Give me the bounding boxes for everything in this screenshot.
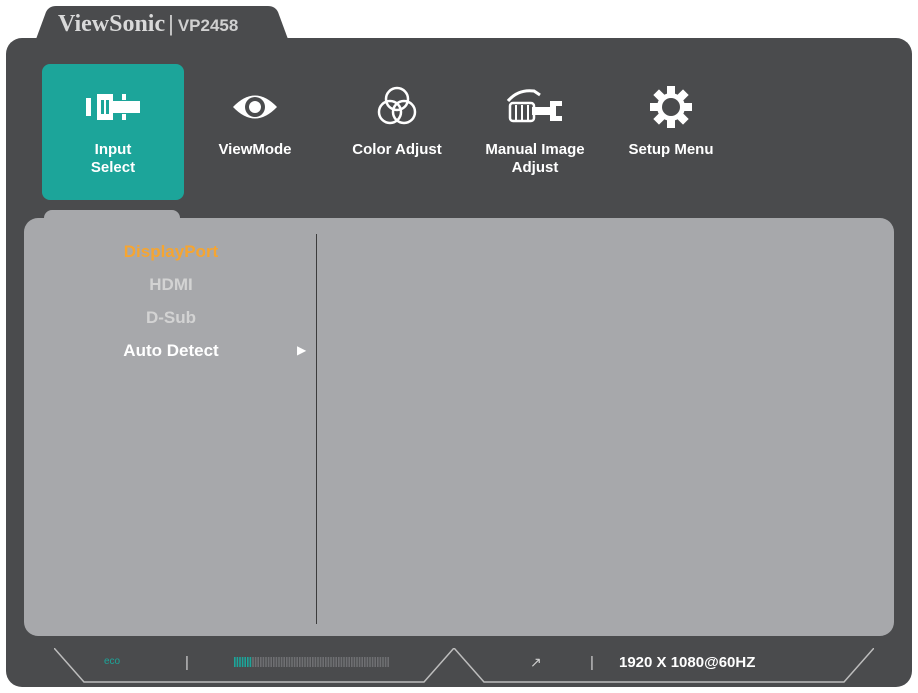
- status-separator-2: |: [590, 654, 594, 671]
- level-meter-segment: [364, 657, 366, 667]
- level-meter-segment: [332, 657, 335, 667]
- level-meter-segment: [358, 657, 361, 667]
- level-meter-segment: [262, 657, 265, 667]
- level-meter-segment: [239, 657, 241, 667]
- submenu-arrow-icon: ▶: [297, 343, 307, 357]
- level-meter-segment: [338, 657, 340, 667]
- level-meter-segment: [252, 657, 254, 667]
- option-displayport[interactable]: DisplayPort: [56, 242, 286, 262]
- level-meter-segment: [249, 657, 252, 667]
- level-meter-segment: [366, 657, 369, 667]
- level-meter-segment: [265, 657, 267, 667]
- level-meter-segment: [327, 657, 330, 667]
- level-meter-segment: [384, 657, 387, 667]
- level-meter-segment: [371, 657, 374, 667]
- level-meter-segment: [241, 657, 244, 667]
- level-meter-segment: [236, 657, 239, 667]
- level-meter-segment: [301, 657, 304, 667]
- level-meter-segment: [278, 657, 280, 667]
- osd-title: ViewSonic | VP2458: [58, 11, 238, 38]
- level-meter-segment: [254, 657, 257, 667]
- level-meter-segment: [317, 657, 319, 667]
- level-meter-segment: [377, 657, 379, 667]
- color-circles-icon: [326, 84, 468, 130]
- level-meter-segment: [330, 657, 332, 667]
- level-meter-segment: [348, 657, 350, 667]
- level-meter-segment: [267, 657, 270, 667]
- resolution-label: 1920 X 1080@60HZ: [619, 654, 756, 671]
- level-meter-segment: [369, 657, 371, 667]
- level-meter-segment: [309, 657, 311, 667]
- level-meter-segment: [244, 657, 246, 667]
- level-meter-segment: [387, 657, 389, 667]
- tab-setup-menu[interactable]: Setup Menu: [600, 64, 742, 200]
- option-auto-detect[interactable]: Auto Detect: [56, 341, 286, 361]
- input-select-icon: [42, 84, 184, 130]
- eye-icon: [184, 84, 326, 130]
- level-meter-segment: [280, 657, 283, 667]
- tab-input-select[interactable]: Input Select: [42, 64, 184, 200]
- tab-label: Color Adjust: [352, 141, 442, 158]
- level-meter-segment: [299, 657, 301, 667]
- tab-label: Input Select: [90, 141, 136, 176]
- level-meter-segment: [293, 657, 296, 667]
- level-meter-segment: [260, 657, 262, 667]
- level-meter-segment: [257, 657, 259, 667]
- eco-icon: eco: [104, 656, 121, 667]
- level-meter-segment: [288, 657, 291, 667]
- tab-color-adjust[interactable]: Color Adjust: [326, 64, 468, 200]
- level-meter-segment: [353, 657, 356, 667]
- level-meter-segment: [322, 657, 324, 667]
- level-meter-segment: [312, 657, 314, 667]
- level-meter-segment: [351, 657, 353, 667]
- tab-manual-image-adjust[interactable]: Manual Image Adjust: [464, 64, 606, 200]
- level-meter-segment: [345, 657, 348, 667]
- tab-label: Setup Menu: [628, 141, 714, 158]
- brand-name: ViewSonic: [58, 11, 166, 37]
- level-meter-segment: [306, 657, 309, 667]
- gear-icon: [600, 84, 742, 130]
- level-meter-segment: [343, 657, 345, 667]
- level-meter-segment: [247, 657, 249, 667]
- level-meter-segment: [234, 657, 236, 667]
- option-hdmi[interactable]: HDMI: [56, 275, 286, 295]
- level-meter-segment: [291, 657, 293, 667]
- level-meter-segment: [286, 657, 288, 667]
- level-meter-segment: [361, 657, 363, 667]
- hand-wrench-icon: [464, 84, 606, 130]
- level-meter-segment: [270, 657, 272, 667]
- level-meter-segment: [314, 657, 317, 667]
- level-meter-segment: [304, 657, 306, 667]
- level-meter-segment: [382, 657, 384, 667]
- title-separator: |: [168, 11, 174, 36]
- level-meter-segment: [335, 657, 337, 667]
- level-meter-segment: [379, 657, 382, 667]
- option-d-sub[interactable]: D-Sub: [56, 308, 286, 328]
- tab-viewmode[interactable]: ViewMode: [184, 64, 326, 200]
- model-name: VP2458: [177, 16, 239, 35]
- submenu-divider: [316, 234, 317, 624]
- osd-frame: ViewSonic | VP2458 Input Select ViewMode…: [0, 0, 918, 693]
- level-meter-segment: [319, 657, 322, 667]
- level-meter-segment: [273, 657, 275, 667]
- tab-label: ViewMode: [218, 141, 292, 158]
- level-meter-segment: [325, 657, 327, 667]
- level-meter-segment: [296, 657, 298, 667]
- level-meter-segment: [356, 657, 358, 667]
- level-meter-segment: [275, 657, 278, 667]
- level-meter-segment: [374, 657, 376, 667]
- level-meter-segment: [283, 657, 285, 667]
- level-meter-segment: [340, 657, 343, 667]
- external-input-icon: ↗: [530, 654, 542, 670]
- status-separator: |: [185, 654, 189, 671]
- tab-label: Manual Image Adjust: [485, 141, 585, 176]
